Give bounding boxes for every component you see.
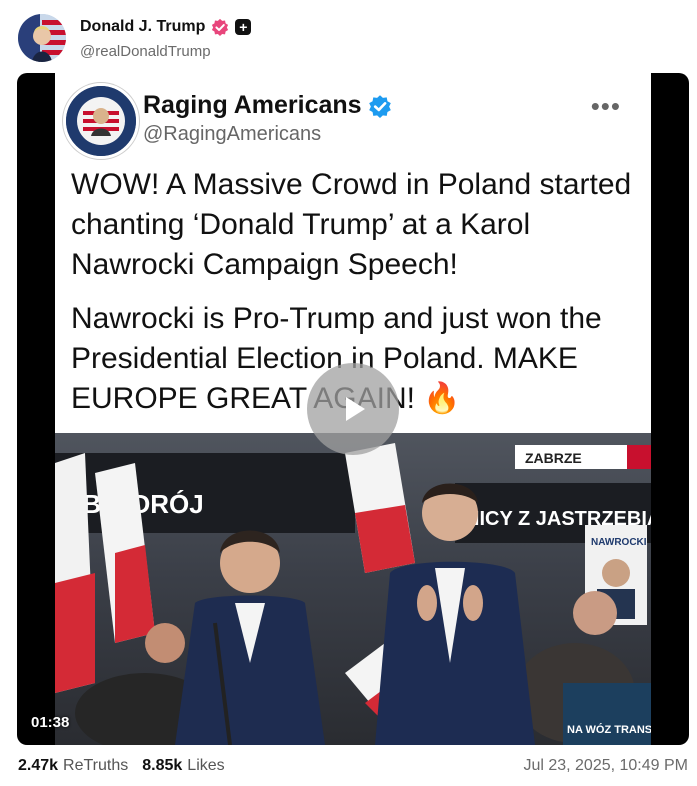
- plus-badge-icon: +: [235, 19, 252, 35]
- video-duration: 01:38: [31, 714, 70, 731]
- play-icon: [346, 397, 365, 421]
- fire-emoji-icon: 🔥: [423, 382, 461, 415]
- retruths-count[interactable]: 2.47k: [18, 757, 58, 775]
- rally-scene: EBI ZDRÓJ NICY Z JASTRZĘBIA ZABRZE: [55, 443, 651, 745]
- raging-americans-logo-icon: [66, 86, 136, 156]
- post-timestamp[interactable]: Jul 23, 2025, 10:49 PM: [523, 757, 688, 775]
- card-handle: @RagingAmericans: [143, 123, 322, 145]
- video-player[interactable]: Raging Americans @RagingAmericans ••• WO…: [17, 73, 689, 745]
- author-avatar[interactable]: [18, 14, 66, 62]
- name-row: Donald J. Trump +: [80, 18, 252, 36]
- author-handle[interactable]: @realDonaldTrump: [80, 43, 211, 60]
- video-frame-photo: EBI ZDRÓJ NICY Z JASTRZĘBIA ZABRZE: [55, 433, 651, 745]
- retruths-label[interactable]: ReTruths: [63, 757, 128, 775]
- likes-count[interactable]: 8.85k: [142, 757, 182, 775]
- card-display-name: Raging Americans: [143, 91, 362, 119]
- card-display-name-row: Raging Americans: [143, 91, 392, 120]
- ticker-text: NA WÓZ TRANSM: [567, 723, 651, 736]
- post-footer: 2.47k ReTruths 8.85k Likes Jul 23, 2025,…: [18, 757, 688, 775]
- likes-label[interactable]: Likes: [187, 757, 224, 775]
- card-verified-icon: [368, 94, 391, 118]
- truth-post: Donald J. Trump + @realDonaldTrump Ragin…: [0, 0, 697, 786]
- play-button[interactable]: [307, 363, 399, 455]
- card-avatar: [63, 83, 139, 159]
- avatar-image: [18, 14, 66, 62]
- zabrze-sign-text: ZABRZE: [525, 450, 582, 466]
- poster-text: NAWROCKI: [591, 537, 647, 548]
- more-options-icon: •••: [590, 91, 621, 121]
- verified-badge-icon: [212, 18, 229, 36]
- author-display-name[interactable]: Donald J. Trump: [80, 18, 205, 36]
- card-paragraph-1: WOW! A Massive Crowd in Poland started c…: [71, 168, 632, 281]
- post-header: Donald J. Trump + @realDonaldTrump: [18, 14, 678, 64]
